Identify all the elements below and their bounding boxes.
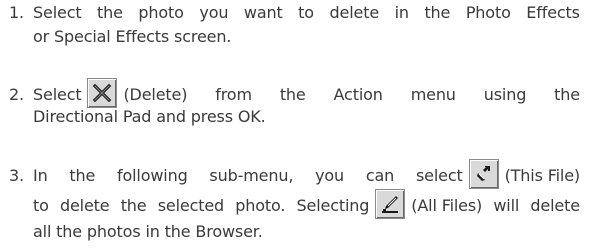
step-3-line-3: all the photos in the Browser. [33,222,263,241]
step-3-line-1: In the following sub-menu, you can selec… [33,159,580,189]
step-number: 2. [9,85,24,104]
step-2-line-1: Select (Delete) from the Action menu usi… [33,78,580,108]
step-3-line-2: to delete the selected photo. Selecting … [33,189,580,219]
step-1-line-1: Select the photo you want to delete in t… [33,3,580,22]
step-1-line-2: or Special Effects screen. [33,27,232,46]
step-number: 3. [9,166,24,185]
step-number: 1. [9,3,24,22]
all-files-icon [375,189,406,219]
step-2-line-2: Directional Pad and press OK. [33,107,266,126]
this-file-icon [468,159,499,189]
delete-x-icon [87,78,118,108]
